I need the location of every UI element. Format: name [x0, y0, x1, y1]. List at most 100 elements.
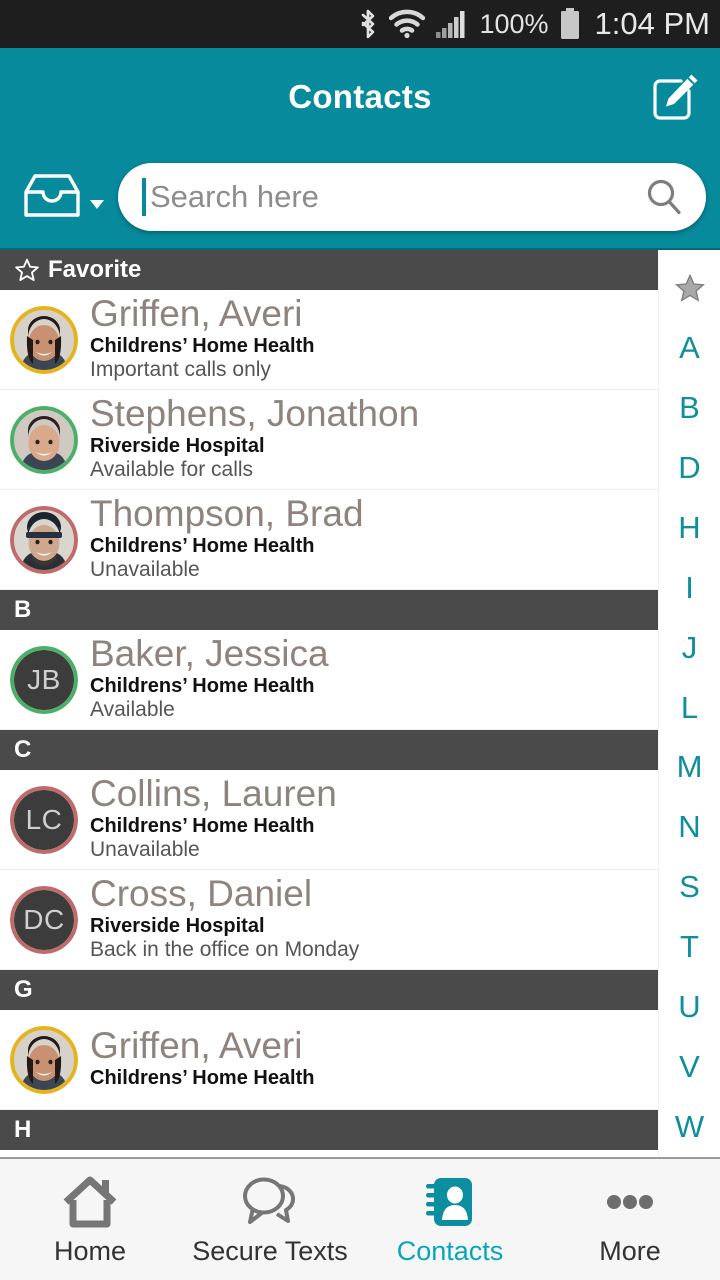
contacts-list[interactable]: Favorite Griffen, Averi Childrens’ Home He… [0, 250, 658, 1157]
section-header-g: G [0, 970, 658, 1010]
contact-organization: Childrens’ Home Health [90, 535, 315, 557]
chat-bubbles-icon [239, 1172, 301, 1230]
avatar [10, 405, 78, 474]
index-entry-l[interactable]: L [659, 678, 720, 738]
nav-item-more[interactable]: More [540, 1159, 720, 1280]
presence-ring [10, 305, 78, 374]
nav-item-secure-texts[interactable]: Secure Texts [180, 1159, 360, 1280]
status-clock: 1:04 PM [594, 6, 710, 41]
presence-ring [10, 785, 78, 854]
home-icon [61, 1172, 119, 1230]
index-entry-m[interactable]: M [659, 738, 720, 798]
contact-text: Stephens, Jonathon Riverside Hospital Avai… [90, 394, 658, 482]
contact-organization: Childrens’ Home Health [90, 335, 315, 357]
index-entry-v[interactable]: V [659, 1037, 720, 1097]
edit-compose-button[interactable] [644, 66, 706, 128]
avatar: DC [10, 885, 78, 954]
bluetooth-icon [357, 8, 379, 40]
contact-row[interactable]: DC Cross, Daniel Riverside Hospital Back in… [0, 870, 658, 970]
search-input[interactable]: Search here [118, 162, 706, 231]
contact-name: Collins, Lauren [90, 774, 337, 814]
contact-row[interactable]: LC Collins, Lauren Childrens’ Home Health U… [0, 770, 658, 870]
nav-item-home[interactable]: Home [0, 1159, 180, 1280]
ellipsis-icon [599, 1172, 661, 1230]
presence-ring [10, 505, 78, 574]
cellular-signal-icon [435, 9, 469, 39]
star-outline-icon [15, 258, 39, 281]
contact-text: Griffen, Averi Childrens’ Home Health Impo… [90, 294, 658, 382]
avatar [10, 505, 78, 574]
contact-row[interactable]: Stephens, Jonathon Riverside Hospital Avai… [0, 390, 658, 490]
app-bar: Contacts [0, 48, 720, 145]
contact-name: Stephens, Jonathon [90, 394, 420, 434]
index-entry-u[interactable]: U [659, 977, 720, 1037]
contact-row[interactable]: JB Baker, Jessica Childrens’ Home Health Av… [0, 630, 658, 730]
contact-row[interactable]: Griffen, Averi Childrens’ Home Health [0, 1010, 658, 1110]
index-entry-i[interactable]: I [659, 558, 720, 618]
contact-status: Back in the office on Monday [90, 938, 360, 961]
text-cursor [142, 177, 146, 216]
contact-status: Available [90, 698, 175, 721]
nav-label: Contacts [396, 1236, 504, 1266]
section-label: Favorite [48, 256, 142, 283]
edit-compose-icon [653, 74, 698, 120]
nav-label: More [599, 1236, 661, 1266]
battery-full-icon [559, 7, 581, 41]
index-entry-d[interactable]: D [659, 438, 720, 498]
section-header-favorite: Favorite [0, 250, 658, 290]
section-header-c: C [0, 730, 658, 770]
section-label: C [14, 736, 32, 763]
index-entry-t[interactable]: T [659, 917, 720, 977]
contact-status: Unavailable [90, 838, 200, 861]
chevron-down-icon [90, 199, 104, 209]
index-entry-n[interactable]: N [659, 797, 720, 857]
contact-text: Griffen, Averi Childrens’ Home Health [90, 1026, 658, 1090]
nav-label: Home [53, 1236, 127, 1266]
contact-status: Important calls only [90, 358, 271, 381]
presence-ring [10, 645, 78, 714]
index-entry-favorite[interactable] [659, 258, 720, 318]
contact-name: Griffen, Averi [90, 294, 303, 334]
star-filled-icon [674, 273, 705, 302]
address-book-icon [421, 1172, 479, 1230]
index-entry-a[interactable]: A [659, 318, 720, 378]
contact-organization: Childrens’ Home Health [90, 815, 315, 837]
presence-ring [10, 885, 78, 954]
status-bar: 100% 1:04 PM [0, 0, 720, 48]
index-entry-j[interactable]: J [659, 618, 720, 678]
contact-text: Collins, Lauren Childrens’ Home Health Una… [90, 774, 658, 862]
contact-organization: Riverside Hospital [90, 435, 265, 457]
avatar: LC [10, 785, 78, 854]
index-entry-w[interactable]: W [659, 1097, 720, 1157]
contact-organization: Riverside Hospital [90, 915, 265, 937]
index-entry-b[interactable]: B [659, 378, 720, 438]
presence-ring [10, 1025, 78, 1094]
contact-organization: Childrens’ Home Health [90, 675, 315, 697]
contacts-list-area: Favorite Griffen, Averi Childrens’ Home He… [0, 250, 720, 1157]
contact-row[interactable]: Thompson, Brad Childrens’ Home Health Unav… [0, 490, 658, 590]
contact-organization: Childrens’ Home Health [90, 1067, 315, 1089]
nav-item-contacts[interactable]: Contacts [360, 1159, 540, 1280]
section-label: G [14, 976, 33, 1003]
search-icon[interactable] [644, 177, 684, 217]
contact-status: Unavailable [90, 558, 200, 581]
contact-status: Available for calls [90, 458, 254, 481]
contact-name: Griffen, Averi [90, 1026, 303, 1066]
inbox-tray-icon [24, 173, 80, 217]
contact-row[interactable]: Griffen, Averi Childrens’ Home Health Impo… [0, 290, 658, 390]
index-entry-h[interactable]: H [659, 498, 720, 558]
bottom-navigation: Home Secure Texts Contacts More [0, 1157, 720, 1280]
avatar [10, 305, 78, 374]
avatar: JB [10, 645, 78, 714]
alphabet-index[interactable]: ABDHIJLMNSTUVW [658, 250, 720, 1157]
search-bar: Search here [0, 145, 720, 250]
contact-text: Baker, Jessica Childrens’ Home Health Avai… [90, 634, 658, 722]
page-title: Contacts [288, 77, 432, 115]
contact-text: Thompson, Brad Childrens’ Home Health Unav… [90, 494, 658, 582]
section-header-b: B [0, 590, 658, 630]
wifi-icon [389, 9, 426, 39]
inbox-filter-button[interactable] [18, 171, 106, 223]
nav-label: Secure Texts [192, 1236, 348, 1266]
avatar [10, 1025, 78, 1094]
index-entry-s[interactable]: S [659, 857, 720, 917]
